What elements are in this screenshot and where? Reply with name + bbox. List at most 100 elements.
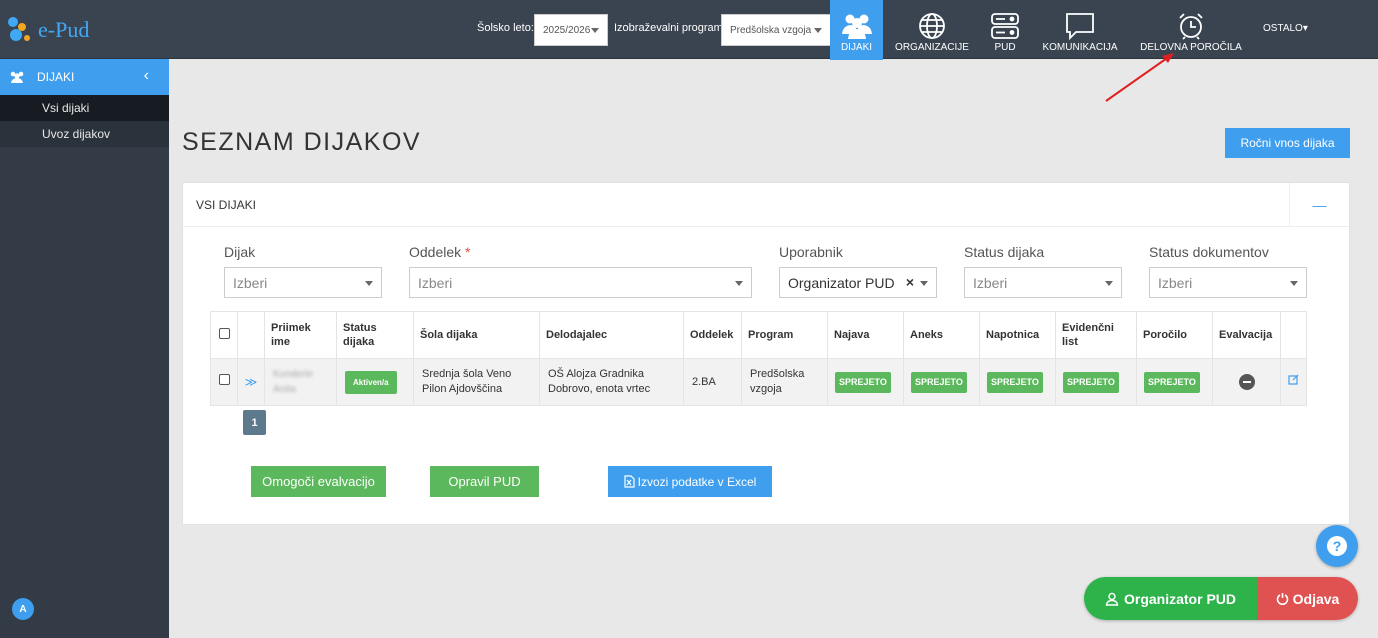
filter-uporabnik-select[interactable]: Organizator PUD × (779, 267, 937, 298)
evidencni-badge[interactable]: SPREJETO (1063, 371, 1119, 393)
sidebar-section-label: DIJAKI (37, 70, 75, 84)
export-excel-button[interactable]: Izvozi podatke v Excel (608, 466, 772, 497)
col-najava[interactable]: Najava (827, 311, 904, 359)
col-aneks[interactable]: Aneks (903, 311, 980, 359)
logout-button[interactable]: Odjava (1257, 577, 1358, 620)
users-icon (841, 14, 872, 39)
aneks-badge[interactable]: SPREJETO (911, 371, 967, 393)
avatar[interactable]: A (12, 598, 34, 620)
nav-dijaki[interactable]: DIJAKI (830, 0, 883, 60)
col-porocilo[interactable]: Poročilo (1136, 311, 1213, 359)
status-badge: Aktiven/a (345, 370, 397, 394)
chevron-down-icon (1105, 281, 1113, 286)
sidebar-section-dijaki[interactable]: DIJAKI ‹ (0, 59, 169, 95)
add-student-button[interactable]: Ročni vnos dijaka (1225, 128, 1350, 158)
col-evalvacija[interactable]: Evalvacija (1212, 311, 1281, 359)
sidebar-item-uvoz-dijakov[interactable]: Uvoz dijakov (0, 121, 169, 147)
sidebar: DIJAKI ‹ Vsi dijaki Uvoz dijakov (0, 59, 169, 638)
required-marker: * (465, 244, 471, 260)
cell-program: Predšolska vzgoja (741, 358, 828, 406)
chevron-down-icon (1290, 281, 1298, 286)
collapse-button[interactable]: — (1289, 183, 1349, 227)
col-employer[interactable]: Delodajalec (539, 311, 684, 359)
col-program[interactable]: Program (741, 311, 828, 359)
enable-evaluation-button[interactable]: Omogoči evalvacijo (251, 466, 386, 497)
cell-najava: SPREJETO (827, 358, 904, 406)
sidebar-item-vsi-dijaki[interactable]: Vsi dijaki (0, 95, 169, 121)
chevron-left-icon[interactable]: ‹ (144, 67, 149, 85)
col-school[interactable]: Šola dijaka (413, 311, 540, 359)
col-status[interactable]: Status dijaka (336, 311, 414, 359)
filter-status-dokumentov-label: Status dokumentov (1149, 244, 1269, 260)
filter-placeholder: Izberi (418, 274, 453, 291)
nav-pud[interactable]: PUD (985, 0, 1025, 60)
row-select-cell (210, 358, 238, 406)
col-name[interactable]: Priimek ime (264, 311, 337, 359)
filter-status-dijaka-label: Status dijaka (964, 244, 1045, 260)
filter-placeholder: Izberi (973, 274, 1008, 291)
cell-name: Kunderle Anita (264, 358, 337, 406)
users-icon (10, 71, 24, 83)
select-all-checkbox[interactable] (218, 327, 230, 339)
logo[interactable]: e-Pud (6, 14, 89, 46)
nav-organizacije[interactable]: ORGANIZACIJE (893, 0, 971, 60)
filter-dijak-label: Dijak (224, 244, 256, 260)
help-button[interactable]: ? (1316, 525, 1358, 567)
chevron-down-icon (365, 281, 373, 286)
najava-badge[interactable]: SPREJETO (835, 371, 891, 393)
globe-icon (919, 13, 945, 39)
filter-placeholder: Izberi (1158, 274, 1193, 291)
filter-status-dokumentov-select[interactable]: Izberi (1149, 267, 1307, 298)
server-icon (991, 13, 1019, 39)
filter-value: Organizator PUD (788, 274, 895, 291)
power-icon (1276, 593, 1288, 605)
col-evidencni[interactable]: Evidenčni list (1055, 311, 1137, 359)
chevron-down-icon (920, 281, 928, 286)
select-all-cell (210, 311, 238, 359)
table-row[interactable]: ≫ Kunderle Anita Aktiven/a Srednja šola … (210, 358, 1307, 406)
program-select[interactable]: Predšolska vzgoja (721, 14, 831, 46)
actions-header (1280, 311, 1307, 359)
logo-icon (6, 15, 36, 45)
nav-label: PUD (994, 42, 1016, 53)
minus-circle-icon[interactable] (1238, 374, 1255, 390)
cell-status: Aktiven/a (336, 358, 414, 406)
table-header-row: Priimek ime Status dijaka Šola dijaka De… (210, 311, 1307, 359)
cell-porocilo: SPREJETO (1136, 358, 1213, 406)
panel-header: VSI DIJAKI — (183, 183, 1349, 227)
filter-dijak-select[interactable]: Izberi (224, 267, 382, 298)
cell-employer: OŠ Alojza Gradnika Dobrovo, enota vrtec (539, 358, 684, 406)
chevron-down-icon (735, 281, 743, 286)
school-year-select[interactable]: 2025/2026 (534, 14, 608, 46)
pagination-page-1[interactable]: 1 (243, 410, 266, 435)
logo-text: e-Pud (38, 17, 90, 42)
chevron-down-icon (591, 27, 599, 33)
porocilo-badge[interactable]: SPREJETO (1144, 371, 1200, 393)
filter-placeholder: Izberi (233, 274, 268, 291)
edit-icon[interactable] (1288, 374, 1299, 385)
col-napotnica[interactable]: Napotnica (979, 311, 1056, 359)
nav-label: DIJAKI (840, 42, 873, 53)
col-class[interactable]: Oddelek (683, 311, 742, 359)
clear-icon[interactable]: × (906, 274, 914, 290)
program-value: Predšolska vzgoja (730, 24, 812, 36)
cell-actions (1280, 358, 1307, 406)
ostalo-menu[interactable]: OSTALO▾ (1263, 23, 1308, 34)
alarm-clock-icon (1179, 13, 1203, 40)
user-role-button[interactable]: Organizator PUD (1084, 577, 1257, 620)
filter-status-dijaka-select[interactable]: Izberi (964, 267, 1122, 298)
filter-oddelek-select[interactable]: Izberi (409, 267, 752, 298)
user-icon (1105, 592, 1119, 606)
logout-label: Odjava (1292, 590, 1340, 607)
row-checkbox[interactable] (218, 374, 230, 385)
cell-class: 2.BA (683, 358, 742, 406)
program-label: Izobraževalni program: (614, 22, 726, 34)
label-text: Oddelek (409, 244, 462, 260)
cell-evidencni: SPREJETO (1055, 358, 1137, 406)
expand-icon[interactable]: ≫ (237, 358, 265, 406)
napotnica-badge[interactable]: SPREJETO (987, 371, 1043, 393)
user-role-label: Organizator PUD (1123, 590, 1236, 607)
complete-pud-button[interactable]: Opravil PUD (430, 466, 539, 497)
cell-school: Srednja šola Veno Pilon Ajdovščina (413, 358, 540, 406)
export-excel-label: Izvozi podatke v Excel (637, 474, 757, 489)
